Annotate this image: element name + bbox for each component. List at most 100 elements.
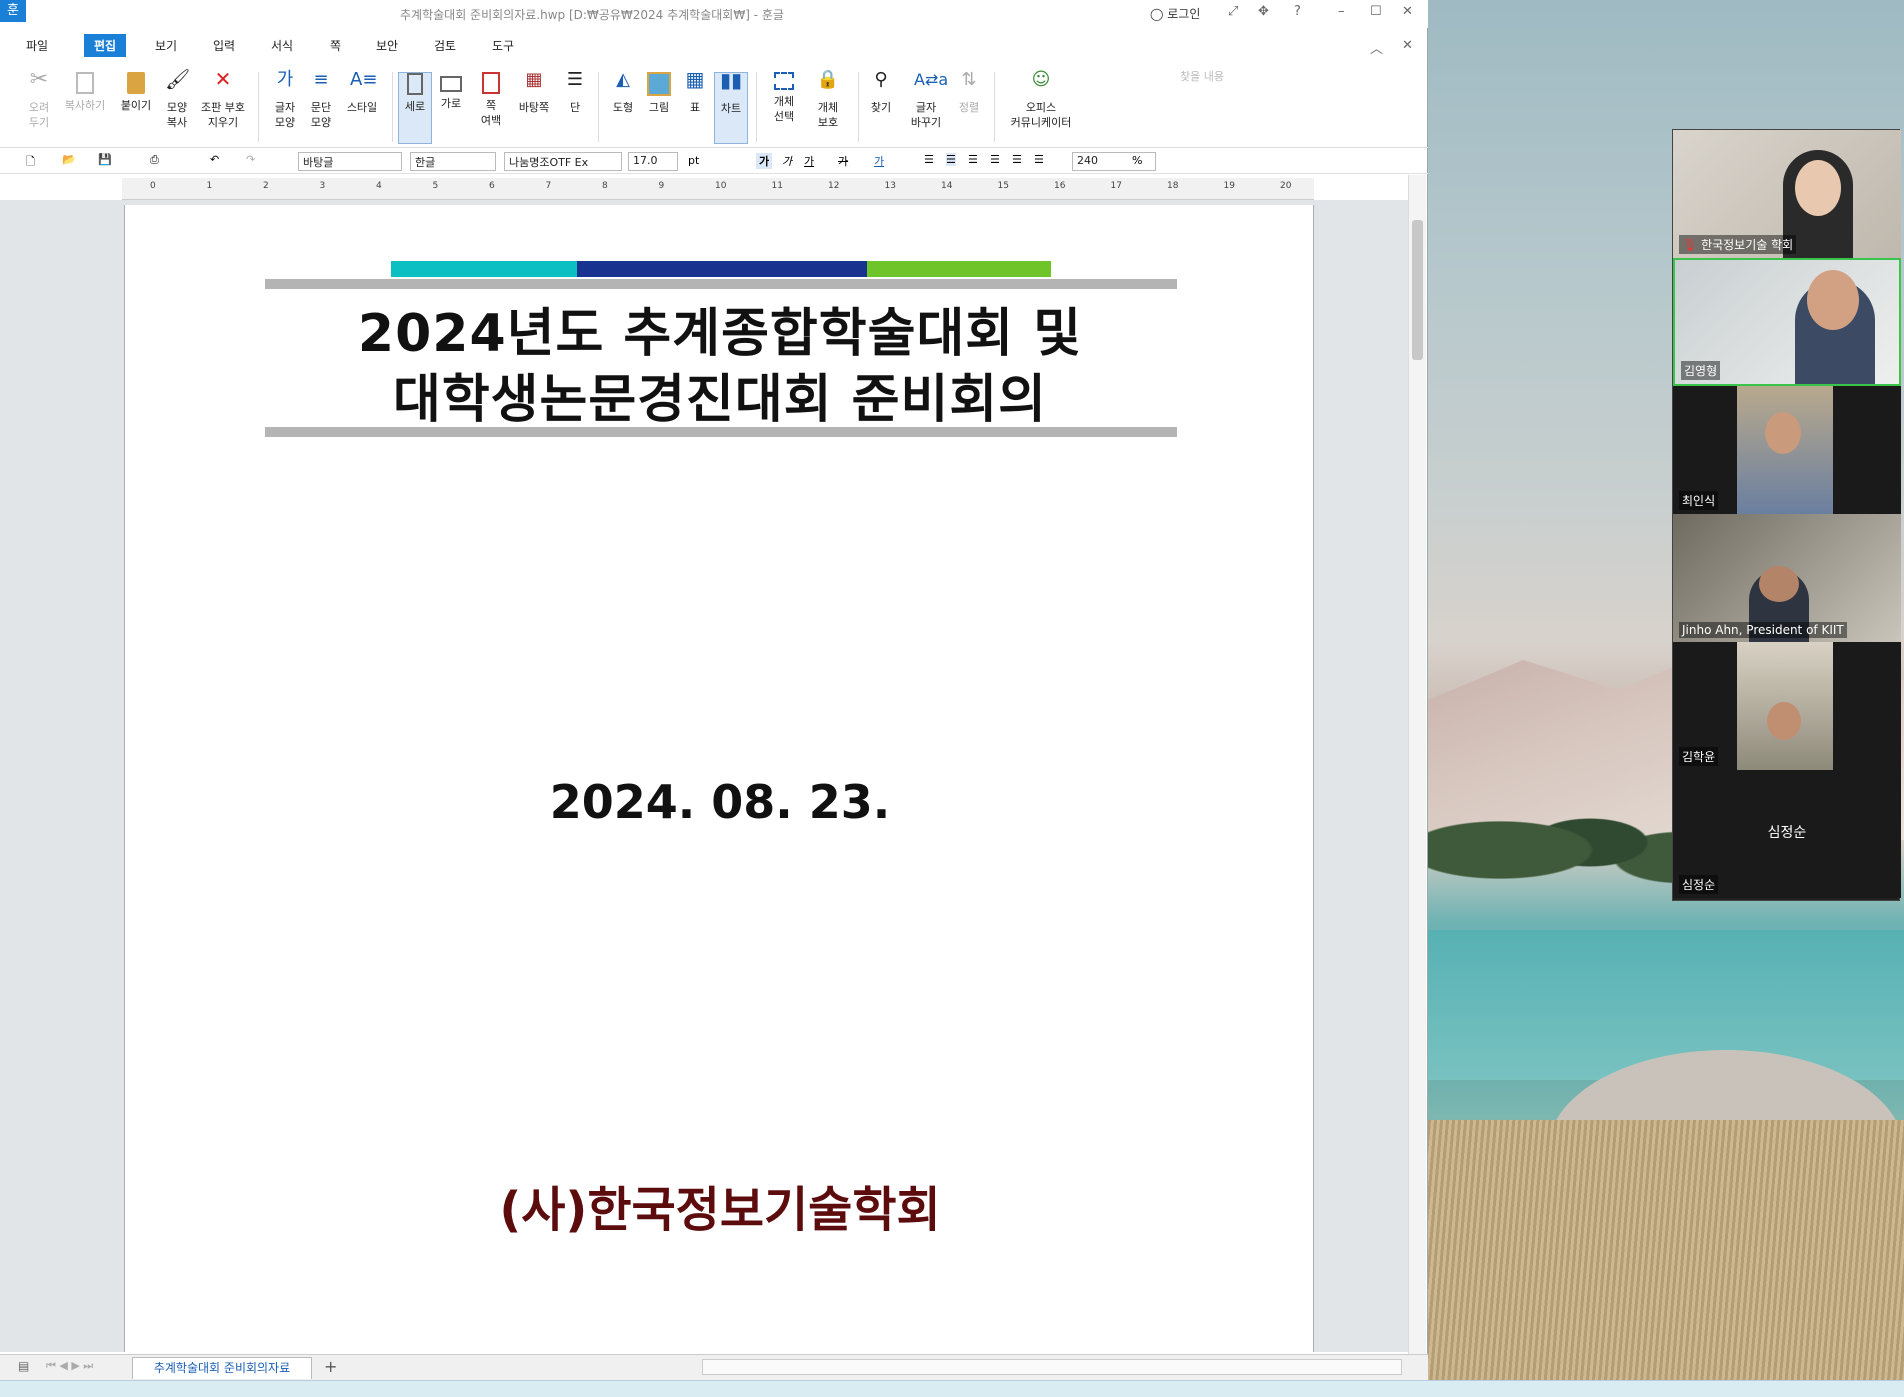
menu-security[interactable]: 보안	[376, 37, 398, 54]
minimize-button[interactable]: –	[1338, 4, 1345, 19]
undo-icon[interactable]: ↶	[210, 153, 219, 166]
horizontal-scrollbar[interactable]	[702, 1359, 1402, 1375]
ruler-tick-label: 1	[206, 181, 213, 191]
paste-button[interactable]: 붙이기	[116, 72, 156, 113]
cut-button[interactable]: ✂ 오려 두기	[24, 67, 54, 130]
doc-close-icon[interactable]: ✕	[1402, 38, 1413, 53]
accent-bar-green	[867, 261, 1051, 277]
align-center-icon[interactable]: ☰	[968, 153, 978, 166]
scroll-thumb[interactable]	[1412, 220, 1423, 360]
maximize-button[interactable]: ☐	[1370, 4, 1382, 19]
menu-view[interactable]: 보기	[155, 37, 177, 54]
app-icon[interactable]: 훈	[0, 0, 26, 22]
new-doc-icon[interactable]: 🗋	[26, 153, 35, 172]
menu-page[interactable]: 쪽	[330, 37, 341, 54]
accent-bar-teal	[391, 261, 577, 277]
distribute-icon[interactable]: ☰	[1012, 153, 1022, 166]
object-select-button[interactable]: 개체 선택	[764, 72, 804, 124]
menu-format[interactable]: 서식	[271, 37, 293, 54]
tab-nav-icons[interactable]: ⏮ ◀ ▶ ⏭	[46, 1359, 93, 1373]
strikethrough-icon[interactable]: 가	[838, 153, 848, 169]
add-tab-button[interactable]: +	[324, 1357, 337, 1376]
line-spacing-input[interactable]: 240	[1072, 152, 1156, 171]
chart-button[interactable]: ▮▮ 차트	[714, 68, 748, 144]
document-tab[interactable]: 추계학술대회 준비회의자료	[132, 1357, 312, 1379]
participant-face	[1807, 270, 1859, 330]
align-justify-icon[interactable]: ☰	[924, 153, 934, 166]
margins-button[interactable]: 쪽 여백	[474, 72, 508, 128]
clear-format-button[interactable]: ✕ 조판 부호 지우기	[198, 69, 248, 130]
login-button[interactable]: ◯ 로그인	[1150, 5, 1200, 22]
fullscreen-icon[interactable]: ⤢	[1228, 4, 1238, 19]
menu-edit[interactable]: 편집	[84, 34, 127, 57]
ruler-tick-label: 6	[489, 181, 495, 191]
chart-icon: ▮▮	[719, 68, 742, 92]
menu-tools[interactable]: 도구	[492, 37, 514, 54]
document-page[interactable]: 2024년도 추계종합학술대회 및 대학생논문경진대회 준비회의 2024. 0…	[124, 205, 1314, 1352]
portrait-button[interactable]: 세로	[398, 72, 432, 144]
lock-icon: 🔒	[816, 69, 840, 90]
columns-button[interactable]: ☰ 단	[562, 71, 588, 115]
landscape-button[interactable]: 가로	[436, 72, 466, 111]
ribbon-separator	[858, 72, 859, 142]
background-page-icon: ▦	[525, 69, 543, 90]
language-select[interactable]: 한글	[410, 152, 496, 171]
participant-tile[interactable]: Jinho Ahn, President of KIIT	[1673, 514, 1901, 642]
participant-tile[interactable]: 심정순 심정순	[1673, 770, 1901, 898]
ruler-tick-label: 14	[941, 181, 953, 191]
picture-label: 그림	[648, 101, 670, 114]
save-icon[interactable]: 💾	[98, 153, 112, 166]
participant-tile[interactable]: 김학윤	[1673, 642, 1901, 770]
landscape-page-icon	[440, 76, 462, 92]
format-copy-button[interactable]: 🖌 모양 복사	[162, 69, 192, 130]
underline-icon[interactable]: 가	[804, 153, 814, 169]
style-select[interactable]: 바탕글	[298, 152, 402, 171]
ribbon-collapse-icon[interactable]: ︿	[1370, 38, 1383, 57]
font-color-icon[interactable]: 가	[874, 153, 884, 169]
style-button[interactable]: A≡ 스타일	[342, 71, 382, 115]
doc-title-line1: 2024년도 추계종합학술대회 및	[357, 304, 1083, 364]
shape-button[interactable]: ◭ 도형	[608, 69, 638, 115]
participant-placeholder-name: 심정순	[1767, 825, 1807, 841]
menu-insert[interactable]: 입력	[213, 37, 235, 54]
scissors-icon: ✂	[29, 67, 49, 92]
help-button[interactable]: ?	[1294, 4, 1301, 19]
object-protect-label: 개체 보호	[817, 101, 839, 129]
menu-file[interactable]: 파일	[26, 37, 48, 54]
horizontal-ruler[interactable]: 0 1 2 3 4 5 6 7 8 9 10 11 12 13 14 15 16 17 18 19 20	[122, 178, 1314, 200]
move-icon[interactable]: ✥	[1258, 4, 1269, 19]
memo-icon[interactable]: ▤	[18, 1359, 29, 1373]
align-left-icon[interactable]: ☰	[946, 153, 956, 166]
char-shape-button[interactable]: 가 글자 모양	[270, 71, 300, 130]
para-shape-button[interactable]: ≡ 문단 모양	[306, 71, 336, 130]
sort-button[interactable]: ⇅ 정렬	[956, 71, 982, 115]
table-button[interactable]: ▦ 표	[680, 69, 710, 115]
align-right-icon[interactable]: ☰	[990, 153, 1000, 166]
font-select[interactable]: 나눔명조OTF Ex	[504, 152, 622, 171]
print-icon[interactable]: ⎙	[150, 153, 159, 167]
ruler-tick-label: 9	[658, 181, 665, 191]
close-button[interactable]: ✕	[1402, 4, 1413, 19]
background-page-button[interactable]: ▦ 바탕쪽	[514, 69, 554, 115]
find-button[interactable]: ⚲ 찾기	[866, 71, 896, 115]
shape-icon: ◭	[616, 69, 630, 90]
participant-tile-active[interactable]: 김영형	[1673, 258, 1901, 386]
bold-icon[interactable]: 가	[756, 153, 773, 169]
menu-review[interactable]: 검토	[434, 37, 456, 54]
copy-button[interactable]: 복사하기	[62, 72, 108, 113]
participant-face	[1795, 160, 1841, 216]
participant-tile[interactable]: 최인식	[1673, 386, 1901, 514]
redo-icon[interactable]: ↷	[246, 153, 255, 166]
participant-tile[interactable]: 🎙 한국정보기술 학회	[1673, 130, 1901, 258]
open-icon[interactable]: 📂	[62, 153, 76, 166]
font-size-input[interactable]: 17.0	[628, 152, 678, 171]
vertical-scrollbar[interactable]	[1408, 175, 1426, 1355]
object-protect-button[interactable]: 🔒 개체 보호	[808, 69, 848, 130]
divide-icon[interactable]: ☰	[1034, 153, 1044, 166]
office-communicator-button[interactable]: ☺ 오피스 커뮤니케이터	[1004, 71, 1078, 130]
italic-icon[interactable]: 가	[782, 153, 792, 169]
picture-button[interactable]: 그림	[644, 72, 674, 115]
replace-button[interactable]: A⇄a 글자 바꾸기	[904, 72, 948, 130]
doc-date: 2024. 08. 23.	[549, 775, 891, 829]
table-label: 표	[689, 101, 701, 114]
